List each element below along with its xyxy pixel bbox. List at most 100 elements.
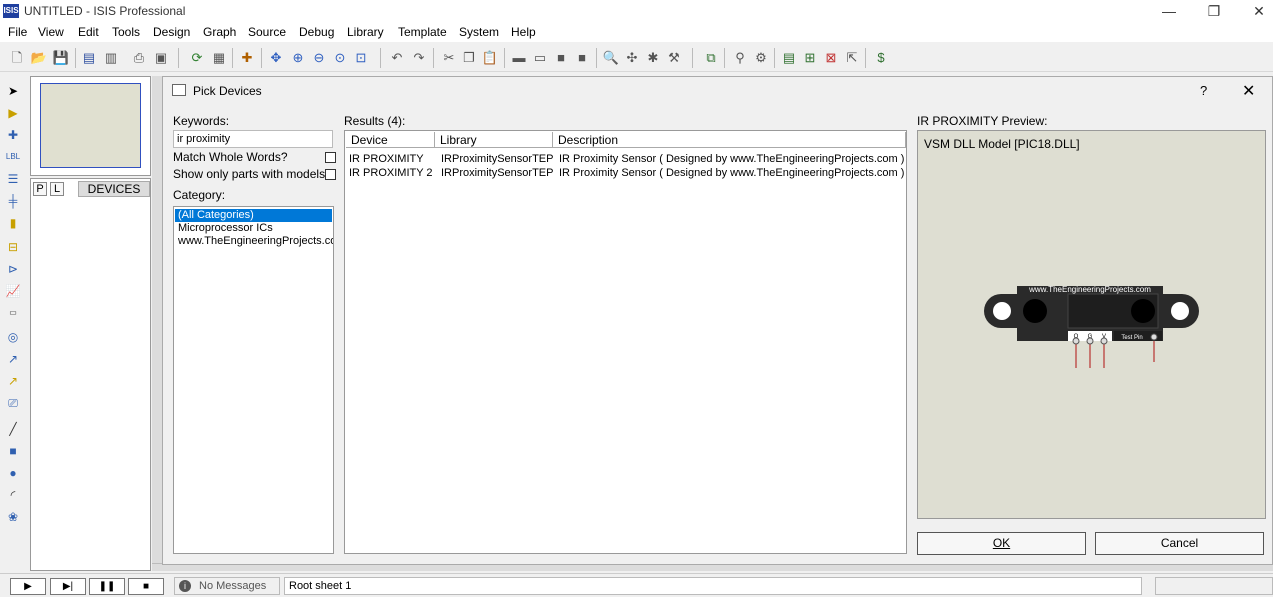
- result-library-1[interactable]: IRProximitySensorTEP: [441, 153, 553, 165]
- current-probe-icon[interactable]: ↗: [4, 372, 22, 390]
- sheet-box: Root sheet 1: [284, 577, 1142, 595]
- origin-icon[interactable]: ✚: [238, 49, 256, 67]
- block-delete-icon[interactable]: ■: [573, 49, 591, 67]
- refresh-icon[interactable]: ⟳: [188, 49, 206, 67]
- zoom-all-icon[interactable]: ⊙: [331, 49, 349, 67]
- bill-of-materials-icon[interactable]: $: [872, 49, 890, 67]
- generator-icon[interactable]: ◎: [4, 328, 22, 346]
- text-script-icon[interactable]: ☰: [4, 170, 22, 188]
- block-move-icon[interactable]: ▭: [531, 49, 549, 67]
- cut-icon[interactable]: ✂: [440, 49, 458, 67]
- property-tool-icon[interactable]: ⚙: [752, 49, 770, 67]
- category-item-all[interactable]: (All Categories): [175, 209, 332, 222]
- open-folder-icon[interactable]: 📂: [30, 49, 48, 67]
- menu-debug[interactable]: Debug: [299, 25, 334, 39]
- paste-icon[interactable]: 📋: [481, 49, 499, 67]
- result-library-2[interactable]: IRProximitySensorTEP: [441, 167, 553, 179]
- pause-button[interactable]: ❚❚: [89, 578, 125, 595]
- wire-autorouter-icon[interactable]: ⧉: [702, 49, 720, 67]
- restore-button[interactable]: ❐: [1192, 1, 1236, 21]
- remove-sheet-icon[interactable]: ⊠: [822, 49, 840, 67]
- result-description-1[interactable]: IR Proximity Sensor ( Designed by www.Th…: [559, 153, 904, 165]
- buses-icon[interactable]: ╪: [4, 192, 22, 210]
- cancel-button[interactable]: Cancel: [1095, 532, 1264, 555]
- menu-source[interactable]: Source: [248, 25, 286, 39]
- wire-label-icon[interactable]: LBL: [4, 148, 22, 166]
- help-button[interactable]: ?: [1200, 83, 1207, 98]
- voltage-probe-icon[interactable]: ↗: [4, 350, 22, 368]
- decompose-icon[interactable]: ⚒: [665, 49, 683, 67]
- category-item-tep[interactable]: www.TheEngineeringProjects.com: [177, 235, 333, 248]
- block-rotate-icon[interactable]: ■: [552, 49, 570, 67]
- result-device-1[interactable]: IR PROXIMITY: [349, 153, 424, 165]
- search-tag-icon[interactable]: ⚲: [731, 49, 749, 67]
- redo-icon[interactable]: ↷: [410, 49, 428, 67]
- play-button[interactable]: ▶: [10, 578, 46, 595]
- package-tool-icon[interactable]: ✱: [644, 49, 662, 67]
- menu-tools[interactable]: Tools: [112, 25, 140, 39]
- pick-device-icon[interactable]: 🔍: [602, 49, 620, 67]
- library-manager-button[interactable]: L: [50, 182, 64, 196]
- line-tool-icon[interactable]: ╱: [4, 420, 22, 438]
- result-device-2[interactable]: IR PROXIMITY 2: [349, 167, 433, 179]
- show-only-models-label: Show only parts with models?: [173, 167, 332, 181]
- ok-button[interactable]: OK: [917, 532, 1086, 555]
- terminals-icon[interactable]: ⊟: [4, 238, 22, 256]
- menu-library[interactable]: Library: [347, 25, 384, 39]
- import-icon[interactable]: ▤: [80, 49, 98, 67]
- grid-icon[interactable]: ▦: [210, 49, 228, 67]
- menu-help[interactable]: Help: [511, 25, 536, 39]
- junction-dot-icon[interactable]: ✚: [4, 126, 22, 144]
- new-file-icon[interactable]: 🗋: [8, 49, 26, 67]
- match-whole-words-checkbox[interactable]: [325, 152, 336, 163]
- stop-button[interactable]: ■: [128, 578, 164, 595]
- block-copy-icon[interactable]: ▬: [510, 49, 528, 67]
- column-description[interactable]: Description: [553, 132, 906, 148]
- column-library[interactable]: Library: [435, 132, 553, 148]
- export-icon[interactable]: ▥: [102, 49, 120, 67]
- component-mode-icon[interactable]: ▶: [4, 104, 22, 122]
- undo-icon[interactable]: ↶: [388, 49, 406, 67]
- make-device-icon[interactable]: ✣: [623, 49, 641, 67]
- device-pins-icon[interactable]: ⊳: [4, 260, 22, 278]
- copy-icon[interactable]: ❐: [460, 49, 478, 67]
- column-device[interactable]: Device: [346, 132, 435, 148]
- step-button[interactable]: ▶|: [50, 578, 86, 595]
- close-dialog-button[interactable]: ✕: [1242, 81, 1255, 101]
- menu-system[interactable]: System: [459, 25, 499, 39]
- menu-edit[interactable]: Edit: [78, 25, 99, 39]
- exit-to-parent-icon[interactable]: ⇱: [843, 49, 861, 67]
- add-sheet-icon[interactable]: ⊞: [801, 49, 819, 67]
- save-icon[interactable]: 💾: [52, 49, 70, 67]
- menu-template[interactable]: Template: [398, 25, 447, 39]
- keywords-input[interactable]: [173, 130, 333, 148]
- pan-icon[interactable]: ✥: [267, 49, 285, 67]
- print-icon[interactable]: ⎙: [130, 49, 148, 67]
- zoom-in-icon[interactable]: ⊕: [289, 49, 307, 67]
- menu-view[interactable]: View: [38, 25, 64, 39]
- graph-mode-icon[interactable]: 📈: [4, 282, 22, 300]
- path-tool-icon[interactable]: ❀: [4, 508, 22, 526]
- new-sheet-icon[interactable]: ▤: [780, 49, 798, 67]
- box-tool-icon[interactable]: ■: [4, 442, 22, 460]
- minimize-button[interactable]: —: [1147, 1, 1191, 21]
- menu-design[interactable]: Design: [153, 25, 190, 39]
- print-area-icon[interactable]: ▣: [152, 49, 170, 67]
- pick-from-library-button[interactable]: P: [33, 182, 47, 196]
- overview-window[interactable]: [30, 76, 151, 176]
- subcircuit-icon[interactable]: ▮: [4, 214, 22, 232]
- zoom-out-icon[interactable]: ⊖: [310, 49, 328, 67]
- virtual-instruments-icon[interactable]: ⎚: [4, 394, 22, 412]
- menu-graph[interactable]: Graph: [203, 25, 236, 39]
- arc-tool-icon[interactable]: ◜: [4, 486, 22, 504]
- show-only-models-checkbox[interactable]: [325, 169, 336, 180]
- zoom-area-icon[interactable]: ⊡: [352, 49, 370, 67]
- close-window-button[interactable]: ✕: [1237, 1, 1273, 21]
- tape-recorder-icon[interactable]: ▭: [4, 304, 22, 322]
- selection-mode-icon[interactable]: ➤: [4, 82, 22, 100]
- result-description-2[interactable]: IR Proximity Sensor ( Designed by www.Th…: [559, 167, 904, 179]
- menu-file[interactable]: File: [8, 25, 27, 39]
- category-item-microprocessor[interactable]: Microprocessor ICs: [177, 222, 274, 235]
- messages-box[interactable]: i No Messages: [174, 577, 280, 595]
- circle-tool-icon[interactable]: ●: [4, 464, 22, 482]
